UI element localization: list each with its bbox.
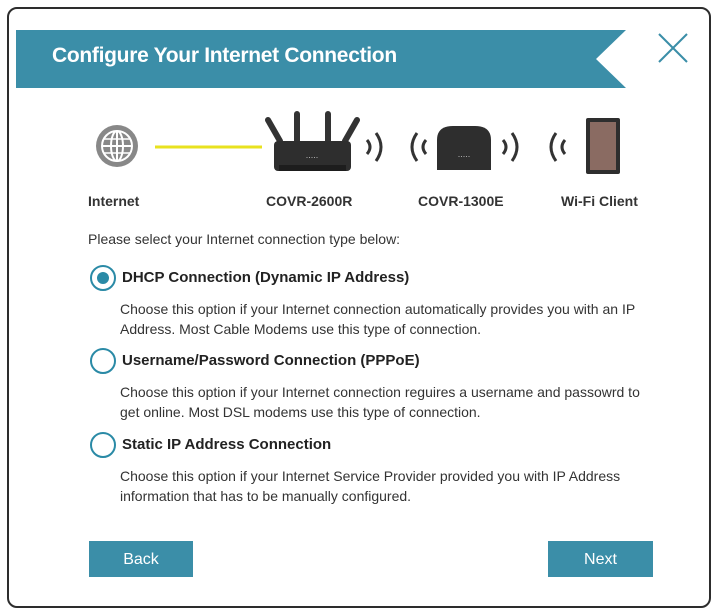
intro-text: Please select your Internet connection t… [88, 231, 401, 247]
diagram-label-client: Wi-Fi Client [561, 193, 638, 209]
wireless-signal-icon [501, 132, 567, 162]
dialog-title: Configure Your Internet Connection [52, 44, 397, 67]
next-button[interactable]: Next [548, 541, 653, 577]
title-banner: Configure Your Internet Connection [16, 30, 626, 88]
router-icon: ..... [265, 111, 360, 171]
option-description: Choose this option if your Internet Serv… [120, 468, 621, 504]
svg-text:.....: ..... [306, 150, 319, 160]
next-button-label: Next [584, 551, 617, 568]
radio-dhcp[interactable] [90, 265, 116, 291]
radio-selected-dot [97, 272, 109, 284]
back-button-label: Back [123, 551, 159, 568]
globe-icon [96, 125, 138, 167]
back-button[interactable]: Back [89, 541, 193, 577]
diagram-label-internet: Internet [88, 193, 140, 209]
diagram-label-router: COVR-2600R [266, 193, 353, 209]
option-title[interactable]: DHCP Connection (Dynamic IP Address) [122, 269, 409, 286]
svg-text:.....: ..... [458, 149, 471, 159]
tablet-icon [586, 118, 620, 174]
close-button[interactable] [655, 30, 691, 66]
extender-icon: ..... [437, 126, 491, 170]
diagram-label-extender: COVR-1300E [418, 193, 504, 209]
option-description: Choose this option if your Internet conn… [120, 301, 635, 337]
option-title[interactable]: Static IP Address Connection [122, 436, 331, 453]
wireless-signal-icon [365, 132, 428, 162]
close-icon [658, 33, 688, 63]
radio-pppoe[interactable] [90, 348, 116, 374]
radio-static-ip[interactable] [90, 432, 116, 458]
option-title[interactable]: Username/Password Connection (PPPoE) [122, 352, 420, 369]
network-diagram-graphic: ..... ..... [96, 111, 620, 174]
option-description: Choose this option if your Internet conn… [120, 384, 640, 420]
